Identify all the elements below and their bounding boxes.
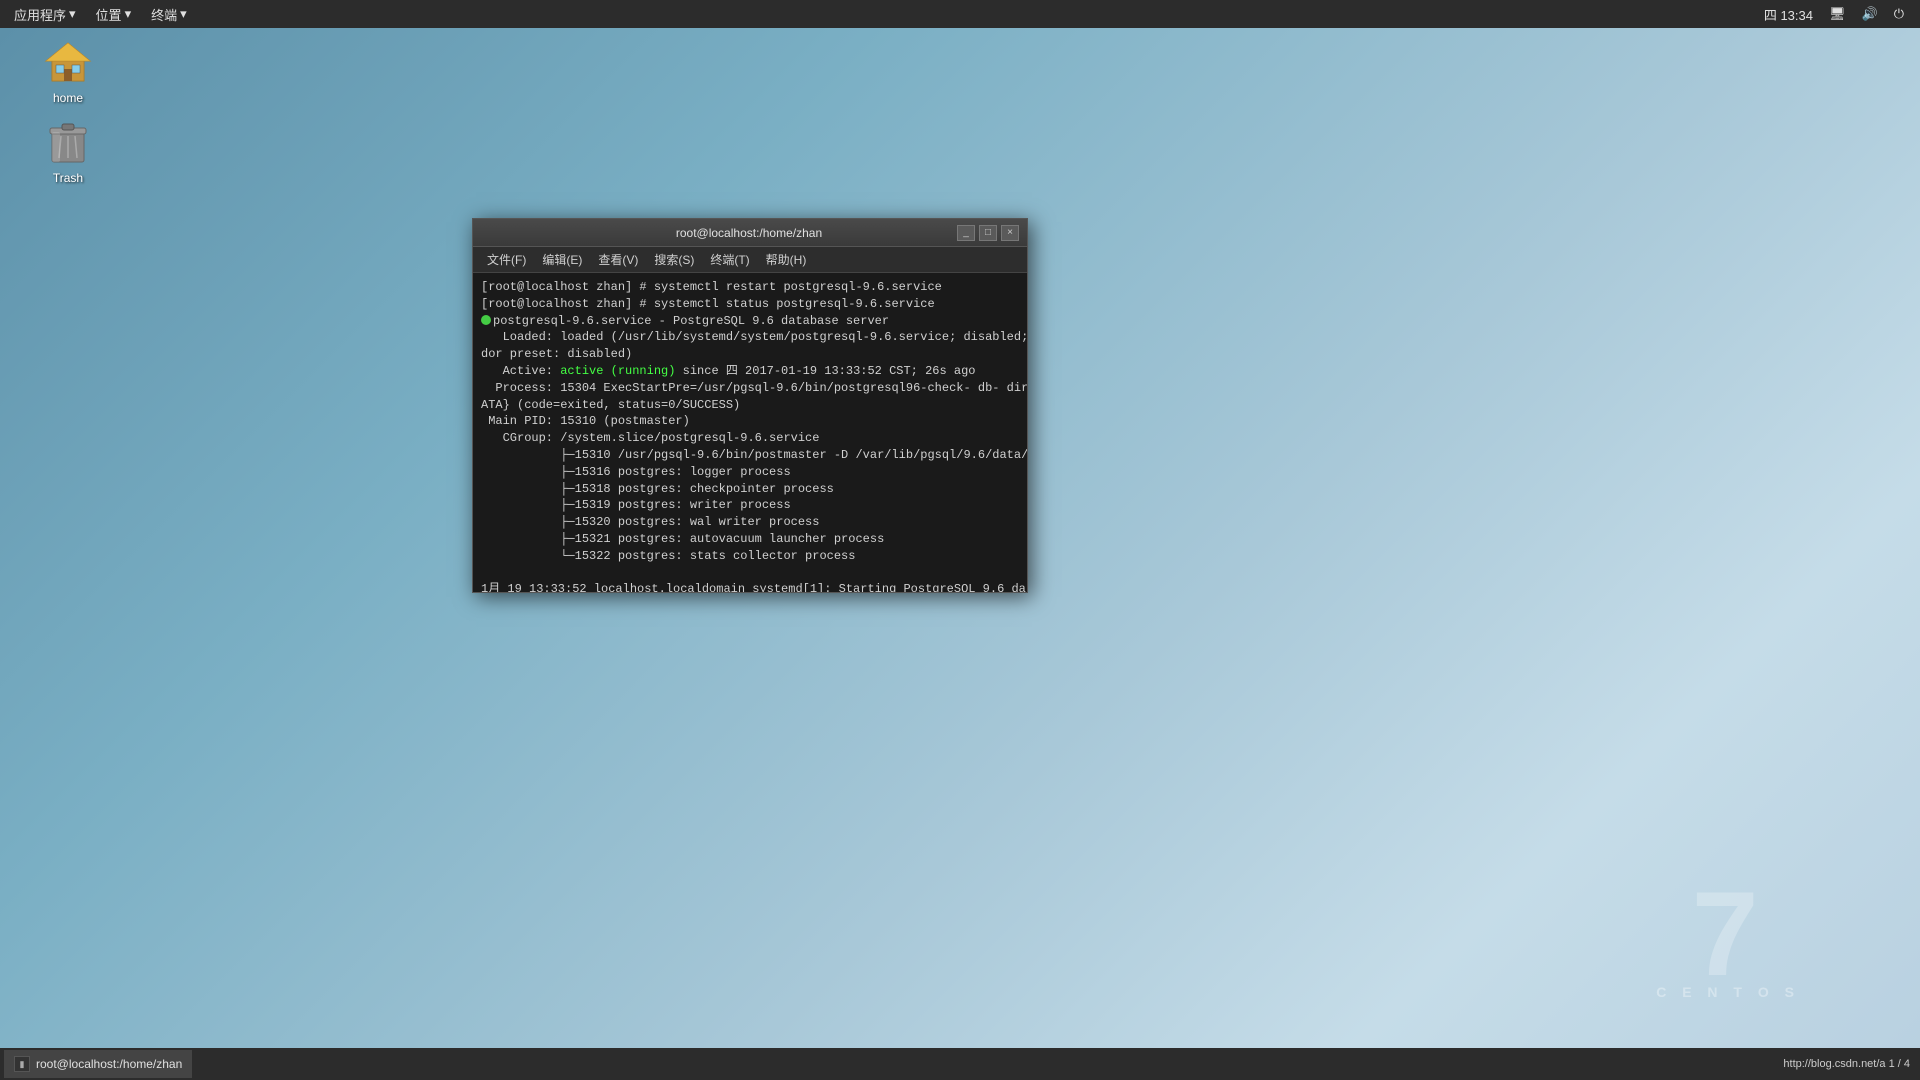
home-folder-icon[interactable]: home <box>28 38 108 106</box>
menu-edit[interactable]: 编辑(E) <box>534 249 590 270</box>
trash-icon-label: Trash <box>49 170 87 186</box>
maximize-button[interactable]: □ <box>979 225 997 241</box>
terminal-line-0: [root@localhost zhan] # systemctl restar… <box>481 279 1019 296</box>
menu-search[interactable]: 搜索(S) <box>646 249 702 270</box>
taskbar-top-left: 应用程序 ▾ 位置 ▾ 终端 ▾ <box>0 3 195 26</box>
centos-text: C E N T O S <box>1656 984 1800 1000</box>
close-button[interactable]: × <box>1001 225 1019 241</box>
terminal-line-11: ├─15316 postgres: logger process <box>481 464 1019 481</box>
minimize-button[interactable]: _ <box>957 225 975 241</box>
terminal-line-10: ├─15310 /usr/pgsql-9.6/bin/postmaster -D… <box>481 447 1019 464</box>
terminal-line-5: Active: active (running) since 四 2017-01… <box>481 363 1019 380</box>
trash-icon[interactable]: Trash <box>28 118 108 186</box>
terminal-line-17 <box>481 565 1019 582</box>
menu-places[interactable]: 位置 ▾ <box>88 3 140 26</box>
taskbar-bottom-right: http://blog.csdn.net/a 1 / 4 <box>1783 1058 1920 1070</box>
terminal-controls: _ □ × <box>957 225 1019 241</box>
terminal-line-3: Loaded: loaded (/usr/lib/systemd/system/… <box>481 329 1019 346</box>
taskbar-top: 应用程序 ▾ 位置 ▾ 终端 ▾ 四 13:34 🖥 🔊 ⏻ <box>0 0 1920 28</box>
terminal-title: root@localhost:/home/zhan <box>541 226 957 240</box>
terminal-app-icon: ▮ <box>14 1056 30 1072</box>
taskbar-top-right: 四 13:34 🖥 🔊 ⏻ <box>1760 5 1920 24</box>
terminal-titlebar: root@localhost:/home/zhan _ □ × <box>473 219 1027 247</box>
menu-terminal[interactable]: 终端 ▾ <box>143 3 195 26</box>
terminal-line-9: CGroup: /system.slice/postgresql-9.6.ser… <box>481 430 1019 447</box>
menu-terminal[interactable]: 终端(T) <box>702 249 757 270</box>
active-status: active (running) <box>560 364 675 378</box>
terminal-menubar: 文件(F) 编辑(E) 查看(V) 搜索(S) 终端(T) 帮助(H) <box>473 247 1027 273</box>
terminal-taskbar-app[interactable]: ▮ root@localhost:/home/zhan <box>4 1050 192 1078</box>
terminal-line-4: dor preset: disabled) <box>481 346 1019 363</box>
clock: 四 13:34 <box>1760 5 1817 24</box>
volume-icon: 🔊 <box>1858 6 1882 22</box>
terminal-window: root@localhost:/home/zhan _ □ × 文件(F) 编辑… <box>472 218 1028 593</box>
terminal-line-12: ├─15318 postgres: checkpointer process <box>481 481 1019 498</box>
terminal-body[interactable]: [root@localhost zhan] # systemctl restar… <box>473 273 1027 592</box>
terminal-line-16: └─15322 postgres: stats collector proces… <box>481 548 1019 565</box>
terminal-line-8: Main PID: 15310 (postmaster) <box>481 413 1019 430</box>
terminal-line-13: ├─15319 postgres: writer process <box>481 497 1019 514</box>
terminal-line-18: 1月 19 13:33:52 localhost.localdomain sys… <box>481 581 1019 592</box>
terminal-line-14: ├─15320 postgres: wal writer process <box>481 514 1019 531</box>
centos-number: 7 <box>1656 874 1800 994</box>
taskbar-bottom: ▮ root@localhost:/home/zhan http://blog.… <box>0 1048 1920 1080</box>
screen-icon: 🖥 <box>1825 6 1850 22</box>
home-icon-label: home <box>49 90 87 106</box>
menu-file[interactable]: 文件(F) <box>479 249 534 270</box>
menu-view[interactable]: 查看(V) <box>590 249 646 270</box>
terminal-line-2: postgresql-9.6.service - PostgreSQL 9.6 … <box>481 313 1019 330</box>
menu-applications[interactable]: 应用程序 ▾ <box>6 3 84 26</box>
terminal-line-1: [root@localhost zhan] # systemctl status… <box>481 296 1019 313</box>
home-icon-image <box>44 38 92 86</box>
trash-icon-image <box>44 118 92 166</box>
terminal-line-6: Process: 15304 ExecStartPre=/usr/pgsql-9… <box>481 380 1019 397</box>
power-icon: ⏻ <box>1890 6 1908 22</box>
terminal-app-label: root@localhost:/home/zhan <box>36 1057 182 1071</box>
terminal-line-15: ├─15321 postgres: autovacuum launcher pr… <box>481 531 1019 548</box>
taskbar-bottom-left: ▮ root@localhost:/home/zhan <box>0 1050 192 1078</box>
status-dot <box>481 315 491 325</box>
terminal-line-7: ATA} (code=exited, status=0/SUCCESS) <box>481 397 1019 414</box>
centos-watermark: 7 C E N T O S <box>1656 874 1800 1000</box>
taskbar-bottom-info: http://blog.csdn.net/a 1 / 4 <box>1783 1058 1910 1070</box>
menu-help[interactable]: 帮助(H) <box>758 249 815 270</box>
